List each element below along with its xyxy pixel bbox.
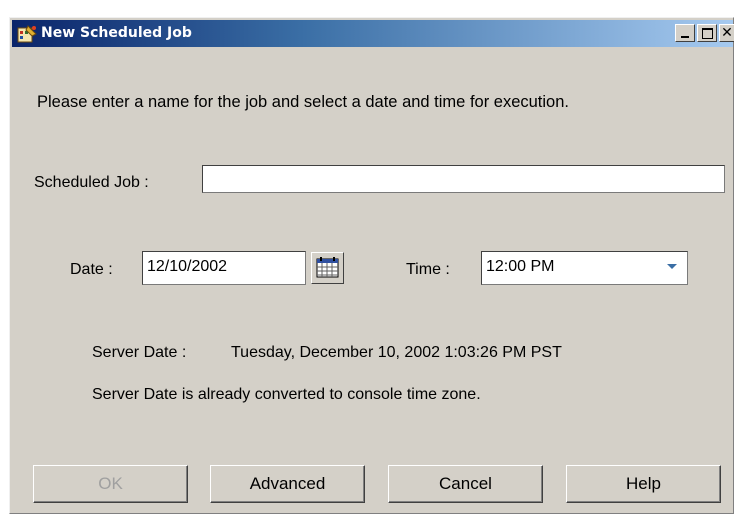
new-scheduled-job-dialog: New Scheduled Job ✕ Please enter a name … [9,17,734,514]
time-label: Time : [406,261,450,278]
cancel-button[interactable]: Cancel [388,465,543,503]
maximize-button[interactable] [697,24,717,42]
scheduled-job-app-icon [17,25,37,43]
time-value: 12:00 PM [486,258,555,275]
date-input[interactable]: 12/10/2002 [142,251,306,285]
close-button[interactable]: ✕ [719,24,734,42]
window-title: New Scheduled Job [41,25,192,41]
window-controls: ✕ [675,24,734,44]
dropdown-arrow-icon [667,264,677,269]
minimize-button[interactable] [675,24,695,42]
scheduled-job-input[interactable] [202,165,725,193]
maximize-icon [702,28,713,39]
instructions-text: Please enter a name for the job and sele… [37,93,569,111]
close-icon: ✕ [721,25,733,41]
time-select[interactable]: 12:00 PM [481,251,688,285]
advanced-button[interactable]: Advanced [210,465,365,503]
date-picker-button[interactable] [311,252,344,284]
minimize-icon [681,36,689,38]
help-button[interactable]: Help [566,465,721,503]
scheduled-job-label: Scheduled Job : [34,174,149,191]
title-bar[interactable]: New Scheduled Job ✕ [12,20,734,47]
server-date-note: Server Date is already converted to cons… [92,386,481,403]
calendar-icon [316,257,339,278]
date-label: Date : [70,261,113,278]
date-value: 12/10/2002 [147,258,228,275]
server-date-label: Server Date : [92,344,187,361]
ok-button[interactable]: OK [33,465,188,503]
server-date-value: Tuesday, December 10, 2002 1:03:26 PM PS… [231,344,562,361]
